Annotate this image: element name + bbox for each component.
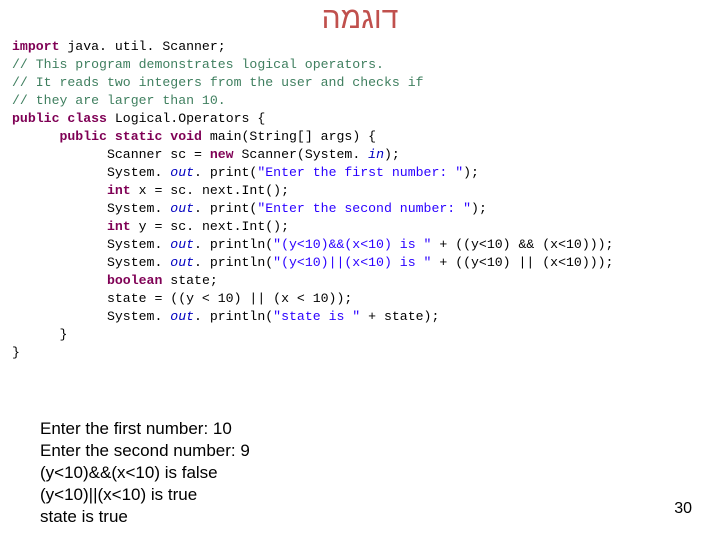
code-text: ); [384, 147, 400, 162]
kw-new: new [210, 147, 234, 162]
string-literal: "state is " [273, 309, 360, 324]
code-text: + ((y<10) && (x<10))); [431, 237, 613, 252]
field-out: out [170, 309, 194, 324]
kw-public: public [59, 129, 106, 144]
string-literal: "Enter the first number: " [257, 165, 463, 180]
kw-boolean: boolean [107, 273, 162, 288]
kw-import: import [12, 39, 59, 54]
code-text: System. [12, 237, 170, 252]
code-text: x = sc. next.Int(); [131, 183, 289, 198]
code-text: main(String[] args) { [202, 129, 376, 144]
code-text: ); [463, 165, 479, 180]
string-literal: "Enter the second number: " [257, 201, 471, 216]
field-out: out [170, 201, 194, 216]
code-text: System. [12, 201, 170, 216]
field-in: in [368, 147, 384, 162]
code-text: Scanner(System. [234, 147, 369, 162]
kw-void: void [170, 129, 202, 144]
page-number: 30 [674, 500, 692, 518]
output-line: (y<10)&&(x<10) is false [40, 462, 250, 484]
code-text: . println( [194, 309, 273, 324]
code-text: + state); [360, 309, 439, 324]
code-text [12, 129, 59, 144]
kw-public: public [12, 111, 59, 126]
code-text: } [12, 327, 67, 342]
code-text: + ((y<10) || (x<10))); [431, 255, 613, 270]
field-out: out [170, 165, 194, 180]
comment: // It reads two integers from the user a… [12, 75, 424, 90]
output-line: Enter the second number: 9 [40, 440, 250, 462]
code-text: . print( [194, 201, 257, 216]
code-text: System. [12, 309, 170, 324]
string-literal: "(y<10)||(x<10) is " [273, 255, 431, 270]
slide-title: דוגמה [0, 2, 720, 36]
code-text: . print( [194, 165, 257, 180]
code-text: ); [471, 201, 487, 216]
code-text: System. [12, 255, 170, 270]
code-text: . println( [194, 237, 273, 252]
comment: // This program demonstrates logical ope… [12, 57, 384, 72]
code-block: import java. util. Scanner; // This prog… [12, 38, 714, 362]
kw-int: int [107, 183, 131, 198]
field-out: out [170, 255, 194, 270]
output-line: (y<10)||(x<10) is true [40, 484, 250, 506]
output-line: state is true [40, 506, 250, 528]
code-text [107, 129, 115, 144]
field-out: out [170, 237, 194, 252]
code-text: state = ((y < 10) || (x < 10)); [12, 291, 352, 306]
code-text [12, 219, 107, 234]
code-text: System. [12, 165, 170, 180]
code-text: } [12, 345, 20, 360]
code-text: . println( [194, 255, 273, 270]
code-text: Scanner sc = [12, 147, 210, 162]
code-text [12, 273, 107, 288]
kw-class: class [67, 111, 107, 126]
code-text: Logical.Operators { [107, 111, 265, 126]
code-text: state; [162, 273, 217, 288]
code-text: y = sc. next.Int(); [131, 219, 289, 234]
kw-static: static [115, 129, 162, 144]
kw-int: int [107, 219, 131, 234]
string-literal: "(y<10)&&(x<10) is " [273, 237, 431, 252]
output-line: Enter the first number: 10 [40, 418, 250, 440]
comment: // they are larger than 10. [12, 93, 226, 108]
code-text: java. util. Scanner; [59, 39, 225, 54]
program-output: Enter the first number: 10 Enter the sec… [40, 418, 250, 528]
code-text [12, 183, 107, 198]
